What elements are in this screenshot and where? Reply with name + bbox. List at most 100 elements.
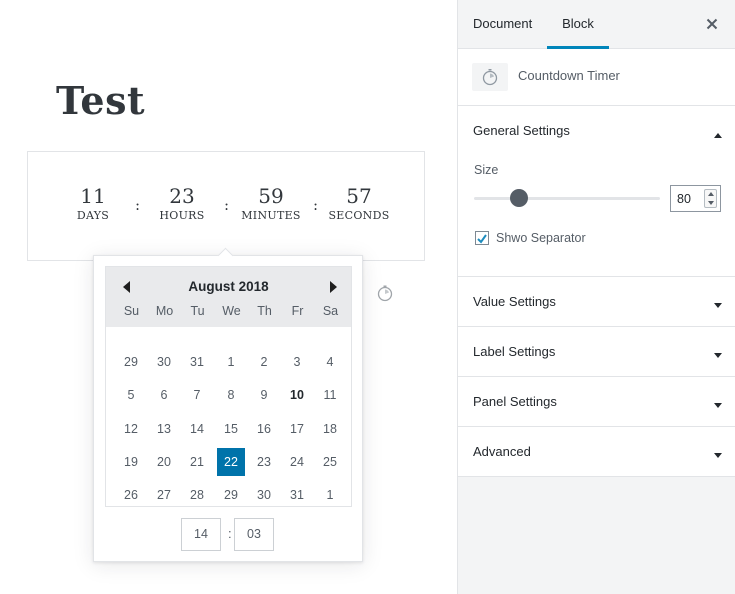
countdown-unit-hours: 23 HOURS xyxy=(147,184,217,222)
calendar-day[interactable]: 27 xyxy=(150,481,178,509)
calendar-header: August 2018 Su Mo Tu We Th Fr Sa xyxy=(106,267,351,327)
panel-title: Value Settings xyxy=(473,294,556,309)
calendar-day[interactable]: 6 xyxy=(150,381,178,409)
caret-down-icon xyxy=(713,297,723,308)
calendar-day[interactable]: 12 xyxy=(117,415,145,443)
calendar-day[interactable]: 17 xyxy=(283,415,311,443)
calendar-day[interactable]: 26 xyxy=(117,481,145,509)
calendar-day[interactable]: 10 xyxy=(283,381,311,409)
countdown-unit-minutes: 59 MINUTES xyxy=(236,184,306,222)
calendar-day[interactable]: 29 xyxy=(217,481,245,509)
block-card: Countdown Timer xyxy=(458,49,735,106)
weekday-label: Mo xyxy=(155,304,174,318)
post-title[interactable]: Test xyxy=(56,78,145,123)
caret-left-icon[interactable] xyxy=(119,279,135,295)
tab-block[interactable]: Block xyxy=(547,0,609,49)
minutes-input[interactable]: 03 xyxy=(234,518,274,551)
calendar-month-label: August 2018 xyxy=(188,279,269,294)
calendar-day[interactable]: 11 xyxy=(316,381,344,409)
calendar-day-selected[interactable]: 22 xyxy=(217,448,245,476)
calendar-day[interactable]: 15 xyxy=(217,415,245,443)
panel-panel-settings[interactable]: Panel Settings xyxy=(458,377,735,427)
calendar-day[interactable]: 29 xyxy=(117,348,145,376)
countdown-separator: : xyxy=(313,196,319,214)
calendar-day[interactable]: 8 xyxy=(217,381,245,409)
panel-label-settings[interactable]: Label Settings xyxy=(458,327,735,377)
countdown-minutes-value: 59 xyxy=(258,184,284,208)
calendar-day[interactable]: 9 xyxy=(250,381,278,409)
size-label: Size xyxy=(474,163,499,177)
show-separator-checkbox[interactable] xyxy=(475,231,489,245)
panel-general-settings[interactable]: General Settings xyxy=(458,106,735,156)
weekday-label: Sa xyxy=(322,304,339,318)
size-stepper[interactable] xyxy=(704,189,717,208)
calendar-day[interactable]: 1 xyxy=(217,348,245,376)
tab-document[interactable]: Document xyxy=(473,0,535,49)
weekday-label: We xyxy=(222,304,241,318)
panel-title: Panel Settings xyxy=(473,394,557,409)
calendar-day[interactable]: 31 xyxy=(183,348,211,376)
weekday-label: Fr xyxy=(291,304,304,318)
calendar: August 2018 Su Mo Tu We Th Fr Sa 29 30 31 1 2 3 4 5 6 7… xyxy=(105,266,352,507)
calendar-day[interactable]: 31 xyxy=(283,481,311,509)
panel-title: General Settings xyxy=(473,123,570,138)
calendar-day[interactable]: 16 xyxy=(250,415,278,443)
countdown-seconds-value: 57 xyxy=(346,184,372,208)
weekday-label: Tu xyxy=(190,304,205,318)
calendar-day[interactable]: 13 xyxy=(150,415,178,443)
countdown-days-value: 11 xyxy=(80,184,106,208)
stopwatch-icon xyxy=(472,63,508,91)
size-number-input[interactable]: 80 xyxy=(670,185,721,212)
panel-value-settings[interactable]: Value Settings xyxy=(458,277,735,327)
calendar-day[interactable]: 14 xyxy=(183,415,211,443)
stopwatch-icon[interactable] xyxy=(376,284,394,302)
calendar-day[interactable]: 30 xyxy=(150,348,178,376)
caret-up-icon xyxy=(713,126,723,138)
countdown-seconds-label: SECONDS xyxy=(328,209,390,222)
close-icon[interactable] xyxy=(704,16,720,32)
calendar-day[interactable]: 3 xyxy=(283,348,311,376)
block-card-title: Countdown Timer xyxy=(518,68,620,83)
calendar-day[interactable]: 5 xyxy=(117,381,145,409)
size-slider-handle[interactable] xyxy=(510,189,528,207)
calendar-day[interactable]: 4 xyxy=(316,348,344,376)
countdown-block[interactable]: 11 DAYS : 23 HOURS : 59 MINUTES : 57 SEC… xyxy=(27,151,425,261)
countdown-unit-days: 11 DAYS xyxy=(58,184,128,222)
calendar-day[interactable]: 18 xyxy=(316,415,344,443)
caret-down-icon xyxy=(713,397,723,408)
stepper-up-icon[interactable] xyxy=(708,192,714,196)
panel-divider xyxy=(458,476,735,477)
datetime-picker-popover: August 2018 Su Mo Tu We Th Fr Sa 29 30 31 1 2 3 4 5 6 7… xyxy=(93,247,363,562)
sidebar-panel-area: Document Block Countdown Timer General S… xyxy=(458,0,735,477)
show-separator-label[interactable]: Shwo Separator xyxy=(496,231,586,245)
settings-sidebar: Document Block Countdown Timer General S… xyxy=(457,0,735,594)
calendar-day[interactable]: 25 xyxy=(316,448,344,476)
calendar-day[interactable]: 19 xyxy=(117,448,145,476)
countdown-separator: : xyxy=(135,196,141,214)
calendar-day[interactable]: 23 xyxy=(250,448,278,476)
calendar-day[interactable]: 1 xyxy=(316,481,344,509)
panel-title: Label Settings xyxy=(473,344,556,359)
caret-down-icon xyxy=(713,447,723,458)
countdown-hours-value: 23 xyxy=(169,184,195,208)
size-value: 80 xyxy=(677,192,691,206)
weekday-label: Su xyxy=(123,304,140,318)
stepper-down-icon[interactable] xyxy=(708,201,714,205)
editor-canvas: Test 11 DAYS : 23 HOURS : 59 MINUTES : 5… xyxy=(0,0,457,594)
calendar-day[interactable]: 20 xyxy=(150,448,178,476)
countdown-unit-seconds: 57 SECONDS xyxy=(324,184,394,222)
panel-advanced[interactable]: Advanced xyxy=(458,427,735,477)
calendar-day[interactable]: 21 xyxy=(183,448,211,476)
calendar-day[interactable]: 28 xyxy=(183,481,211,509)
sidebar-tabs: Document Block xyxy=(458,0,735,49)
size-slider-track[interactable] xyxy=(474,197,660,200)
calendar-day[interactable]: 30 xyxy=(250,481,278,509)
calendar-day[interactable]: 2 xyxy=(250,348,278,376)
caret-right-icon[interactable] xyxy=(325,279,341,295)
caret-down-icon xyxy=(713,347,723,358)
hours-input[interactable]: 14 xyxy=(181,518,221,551)
calendar-day[interactable]: 7 xyxy=(183,381,211,409)
calendar-day[interactable]: 24 xyxy=(283,448,311,476)
weekday-label: Th xyxy=(257,304,272,318)
panel-title: Advanced xyxy=(473,444,531,459)
